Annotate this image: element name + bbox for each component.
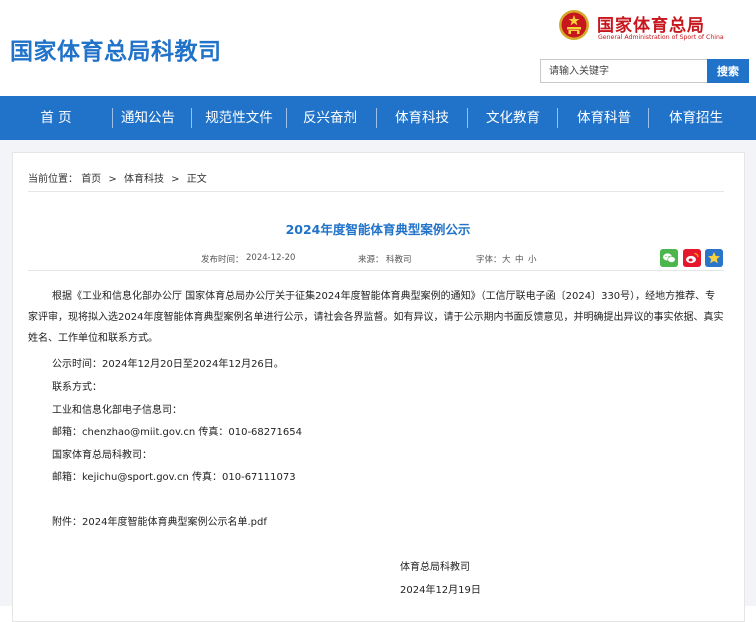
- breadcrumb: 当前位置： 首页 > 体育科技 > 正文: [28, 170, 207, 185]
- org-name-cn[interactable]: 国家体育总局: [597, 11, 705, 36]
- weibo-icon[interactable]: [683, 249, 701, 267]
- divider: [28, 270, 724, 271]
- site-title[interactable]: 国家体育总局科教司: [10, 32, 222, 66]
- national-emblem-icon: [559, 10, 589, 40]
- article-paragraph: 根据《工业和信息化部办公厅 国家体育总局办公厅关于征集2024年度智能体育典型案…: [28, 291, 724, 344]
- contact2-org: 国家体育总局科教司：: [52, 450, 152, 461]
- search-box: [540, 59, 710, 83]
- search-input[interactable]: [541, 60, 710, 82]
- site-header: 国家体育总局科教司 国家体育总局 General Administration …: [0, 0, 756, 96]
- signature-date: 2024年12月19日: [400, 585, 481, 596]
- main-nav: 首 页 通知公告 规范性文件 反兴奋剂 体育科技 文化教育 体育科普 体育招生: [0, 96, 756, 140]
- breadcrumb-prefix: 当前位置：: [28, 174, 78, 185]
- attachment-link[interactable]: 附件：2024年度智能体育典型案例公示名单.pdf: [52, 513, 267, 528]
- breadcrumb-home[interactable]: 首页: [81, 174, 101, 185]
- divider: [28, 191, 724, 192]
- font-large-button[interactable]: 大: [502, 253, 511, 265]
- contact2-detail: 邮箱：kejichu@sport.gov.cn 传真：010-67111073: [52, 472, 296, 483]
- publicity-period: 公示时间：2024年12月20日至2024年12月26日。: [52, 359, 284, 370]
- wechat-icon[interactable]: [660, 249, 678, 267]
- font-small-button[interactable]: 小: [528, 253, 537, 265]
- contact-label: 联系方式：: [52, 382, 102, 393]
- favorite-icon[interactable]: [705, 249, 723, 267]
- contact1-org: 工业和信息化部电子信息司：: [52, 405, 182, 416]
- font-size-label: 字体：: [476, 255, 502, 265]
- article-title: 2024年度智能体育典型案例公示: [285, 222, 471, 237]
- breadcrumb-separator: >: [171, 174, 180, 185]
- signature-org: 体育总局科教司: [400, 562, 470, 573]
- breadcrumb-separator: >: [108, 174, 117, 185]
- publish-date: 2024-12-20: [246, 253, 296, 263]
- date-label: 发布时间：: [201, 255, 244, 265]
- breadcrumb-sport-tech[interactable]: 体育科技: [124, 174, 164, 185]
- nav-item-admissions[interactable]: 体育招生: [640, 96, 752, 140]
- font-medium-button[interactable]: 中: [515, 253, 524, 265]
- source-value: 科教司: [386, 255, 412, 265]
- search-button[interactable]: 搜索: [707, 59, 749, 83]
- org-name-en: General Administration of Sport of China: [598, 34, 724, 41]
- source-label: 来源：: [358, 255, 384, 265]
- contact1-detail: 邮箱：chenzhao@miit.gov.cn 传真：010-68271654: [52, 427, 302, 438]
- breadcrumb-current: 正文: [186, 174, 207, 185]
